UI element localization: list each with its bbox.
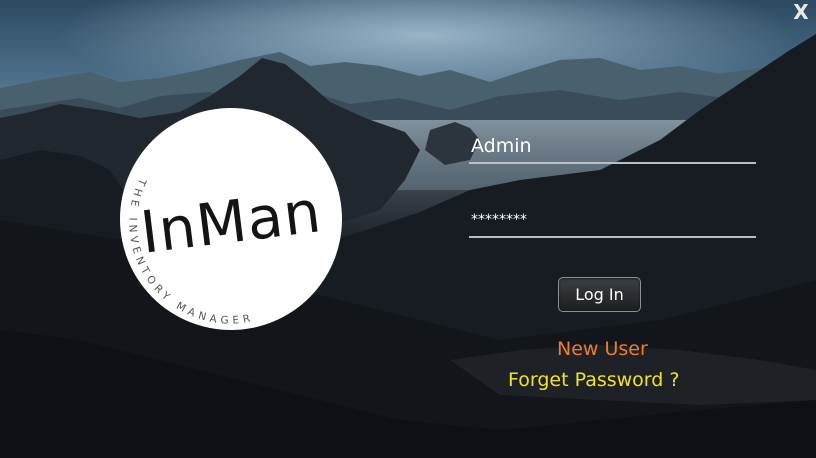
username-field[interactable] (469, 130, 756, 164)
close-icon[interactable]: X (790, 0, 812, 24)
new-user-link[interactable]: New User (557, 338, 648, 360)
login-button[interactable]: Log In (558, 277, 641, 312)
password-field[interactable] (469, 204, 756, 238)
forgot-password-link[interactable]: Forget Password ? (508, 369, 679, 391)
inman-logo: THE INVENTORY MANAGER InMan (120, 108, 342, 330)
